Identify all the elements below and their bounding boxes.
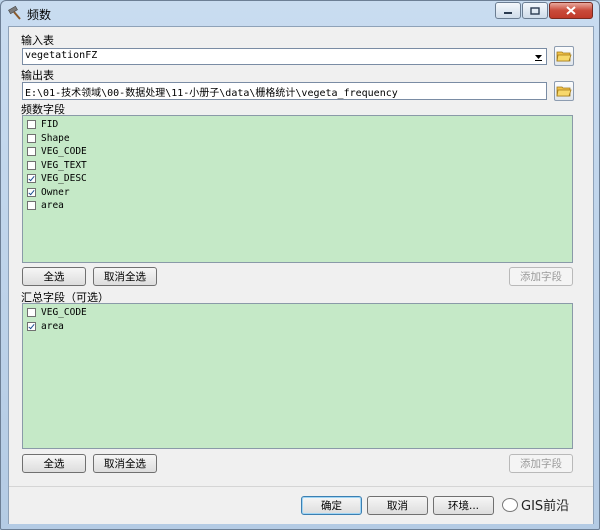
summary-fields-list[interactable]: VEG_CODE area <box>22 303 573 449</box>
list-item[interactable]: VEG_CODE <box>23 145 572 159</box>
checkbox[interactable] <box>27 308 36 318</box>
maximize-icon <box>530 6 540 15</box>
list-item[interactable]: area <box>23 320 572 334</box>
close-button[interactable] <box>549 2 593 19</box>
environments-button[interactable]: 环境... <box>433 496 494 515</box>
checkbox[interactable] <box>27 120 36 130</box>
frequency-dialog: 频数 输入表 vegetationFZ 输出表 E:\01-技术领域\00-数据… <box>0 0 600 530</box>
list-item[interactable]: FID <box>23 118 572 132</box>
close-icon <box>566 6 576 15</box>
input-table-label: 输入表 <box>21 34 54 47</box>
list-item[interactable]: VEG_CODE <box>23 306 572 320</box>
field-name: VEG_TEXT <box>41 159 87 171</box>
list-item[interactable]: area <box>23 199 572 213</box>
cancel-button[interactable]: 取消 <box>367 496 428 515</box>
checkbox[interactable] <box>27 160 36 170</box>
folder-icon <box>556 86 572 97</box>
output-table-input[interactable] <box>23 83 546 99</box>
window-controls <box>494 2 593 19</box>
input-table-value: vegetationFZ <box>25 50 98 61</box>
output-table-label: 输出表 <box>21 69 54 82</box>
watermark-text: GIS前沿 <box>521 499 570 514</box>
list-item[interactable]: Owner <box>23 186 572 200</box>
deselect-all-button[interactable]: 取消全选 <box>93 267 157 286</box>
checkbox[interactable] <box>27 174 36 184</box>
list-item[interactable]: VEG_DESC <box>23 172 572 186</box>
window-title: 频数 <box>27 8 52 22</box>
input-browse-button[interactable] <box>554 46 574 66</box>
folder-icon <box>556 51 572 62</box>
list-item[interactable]: Shape <box>23 132 572 146</box>
output-table-field[interactable] <box>22 82 547 100</box>
checkbox[interactable] <box>27 147 36 157</box>
checkbox[interactable] <box>27 187 36 197</box>
add-field-button[interactable]: 添加字段 <box>509 267 573 286</box>
field-name: FID <box>41 119 59 131</box>
minimize-button[interactable] <box>495 2 521 19</box>
list-item[interactable]: VEG_TEXT <box>23 159 572 173</box>
minimize-icon <box>504 11 512 14</box>
checkbox[interactable] <box>27 321 36 331</box>
chevron-down-icon[interactable] <box>530 49 546 64</box>
summary-deselect-all-button[interactable]: 取消全选 <box>93 454 157 473</box>
frequency-fields-list[interactable]: FID Shape VEG_CODE VEG_TEXT VEG_DESC Own… <box>22 115 573 263</box>
output-browse-button[interactable] <box>554 81 574 101</box>
checkbox[interactable] <box>27 201 36 211</box>
field-name: VEG_CODE <box>41 146 87 158</box>
field-name: Shape <box>41 132 70 144</box>
field-name: Owner <box>41 186 70 198</box>
hammer-icon <box>8 5 21 20</box>
input-table-combo[interactable]: vegetationFZ <box>22 48 547 65</box>
title-bar[interactable]: 频数 <box>1 1 599 25</box>
summary-select-all-button[interactable]: 全选 <box>22 454 86 473</box>
field-name: VEG_DESC <box>41 173 87 185</box>
maximize-button[interactable] <box>522 2 548 19</box>
dialog-body: 输入表 vegetationFZ 输出表 频数字段 FID Sha <box>8 26 594 524</box>
wechat-icon <box>502 497 518 512</box>
ok-button[interactable]: 确定 <box>301 496 362 515</box>
select-all-button[interactable]: 全选 <box>22 267 86 286</box>
summary-add-field-button[interactable]: 添加字段 <box>509 454 573 473</box>
field-name: area <box>41 320 64 332</box>
field-name: area <box>41 200 64 212</box>
checkbox[interactable] <box>27 133 36 143</box>
watermark: GIS前沿 <box>502 495 569 514</box>
field-name: VEG_CODE <box>41 307 87 319</box>
